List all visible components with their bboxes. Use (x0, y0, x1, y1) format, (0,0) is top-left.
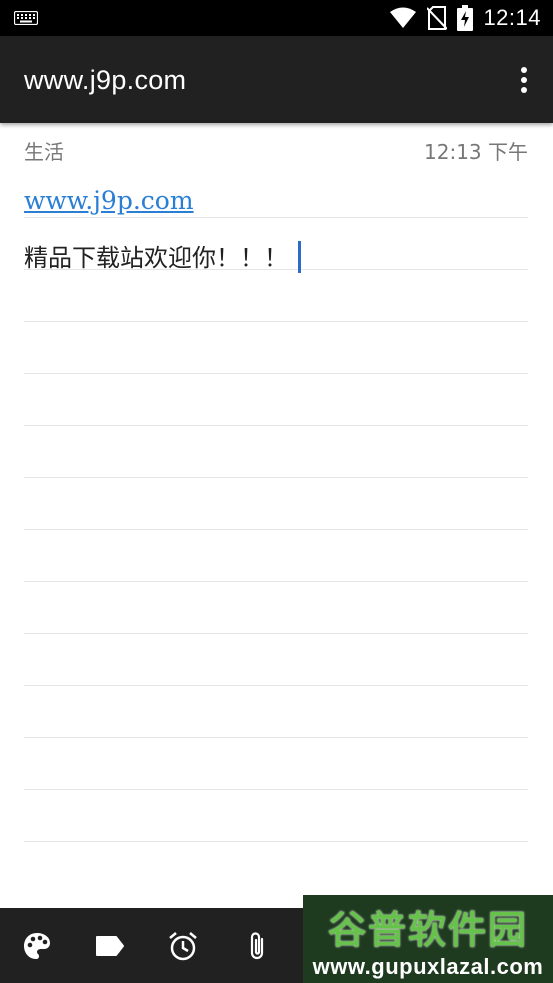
watermark-url: www.gupuxlazal.com (312, 953, 544, 979)
label-button[interactable] (90, 926, 130, 966)
alarm-icon (169, 932, 197, 961)
no-sim-icon (427, 6, 448, 30)
note-timestamp: 12:13 下午 (424, 140, 528, 164)
status-bar: 12:14 (0, 0, 553, 36)
note-body[interactable]: 精品下载站欢迎你！！！ (24, 238, 301, 275)
note-body-text: 精品下载站欢迎你！！！ (24, 244, 288, 272)
app-bar: www.j9p.com (0, 36, 553, 123)
palette-button[interactable] (17, 926, 57, 966)
keyboard-icon (14, 11, 38, 25)
watermark-brand: 谷普软件园 (327, 907, 528, 952)
note-meta: 生活 12:13 下午 (24, 136, 528, 166)
label-icon (96, 936, 124, 956)
palette-icon (24, 933, 50, 959)
more-vert-icon[interactable] (517, 66, 531, 94)
wifi-icon (390, 7, 417, 28)
note-category[interactable]: 生活 (24, 136, 64, 165)
battery-charging-icon (457, 5, 474, 31)
attachment-icon (250, 932, 264, 960)
status-time: 12:14 (483, 5, 541, 30)
note-link[interactable]: www.j9p.com (24, 186, 194, 215)
reminder-button[interactable] (163, 926, 203, 966)
attachment-button[interactable] (237, 926, 277, 966)
app-bar-title: www.j9p.com (24, 65, 187, 95)
text-caret (298, 241, 301, 273)
watermark-logo: 谷普软件园 www.gupuxlazal.com (303, 895, 553, 983)
